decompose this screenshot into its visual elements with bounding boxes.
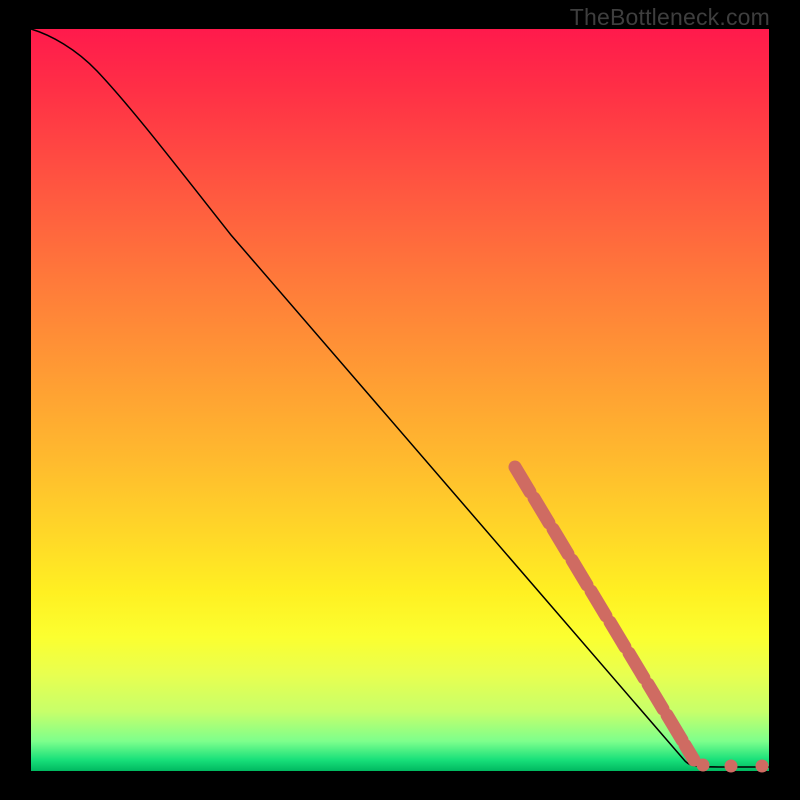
curve-line	[31, 29, 769, 767]
plot-area	[31, 29, 769, 771]
chart-svg	[31, 29, 769, 771]
watermark-text: TheBottleneck.com	[570, 4, 770, 31]
highlight-segment	[515, 467, 769, 773]
chart-frame: TheBottleneck.com	[0, 0, 800, 800]
